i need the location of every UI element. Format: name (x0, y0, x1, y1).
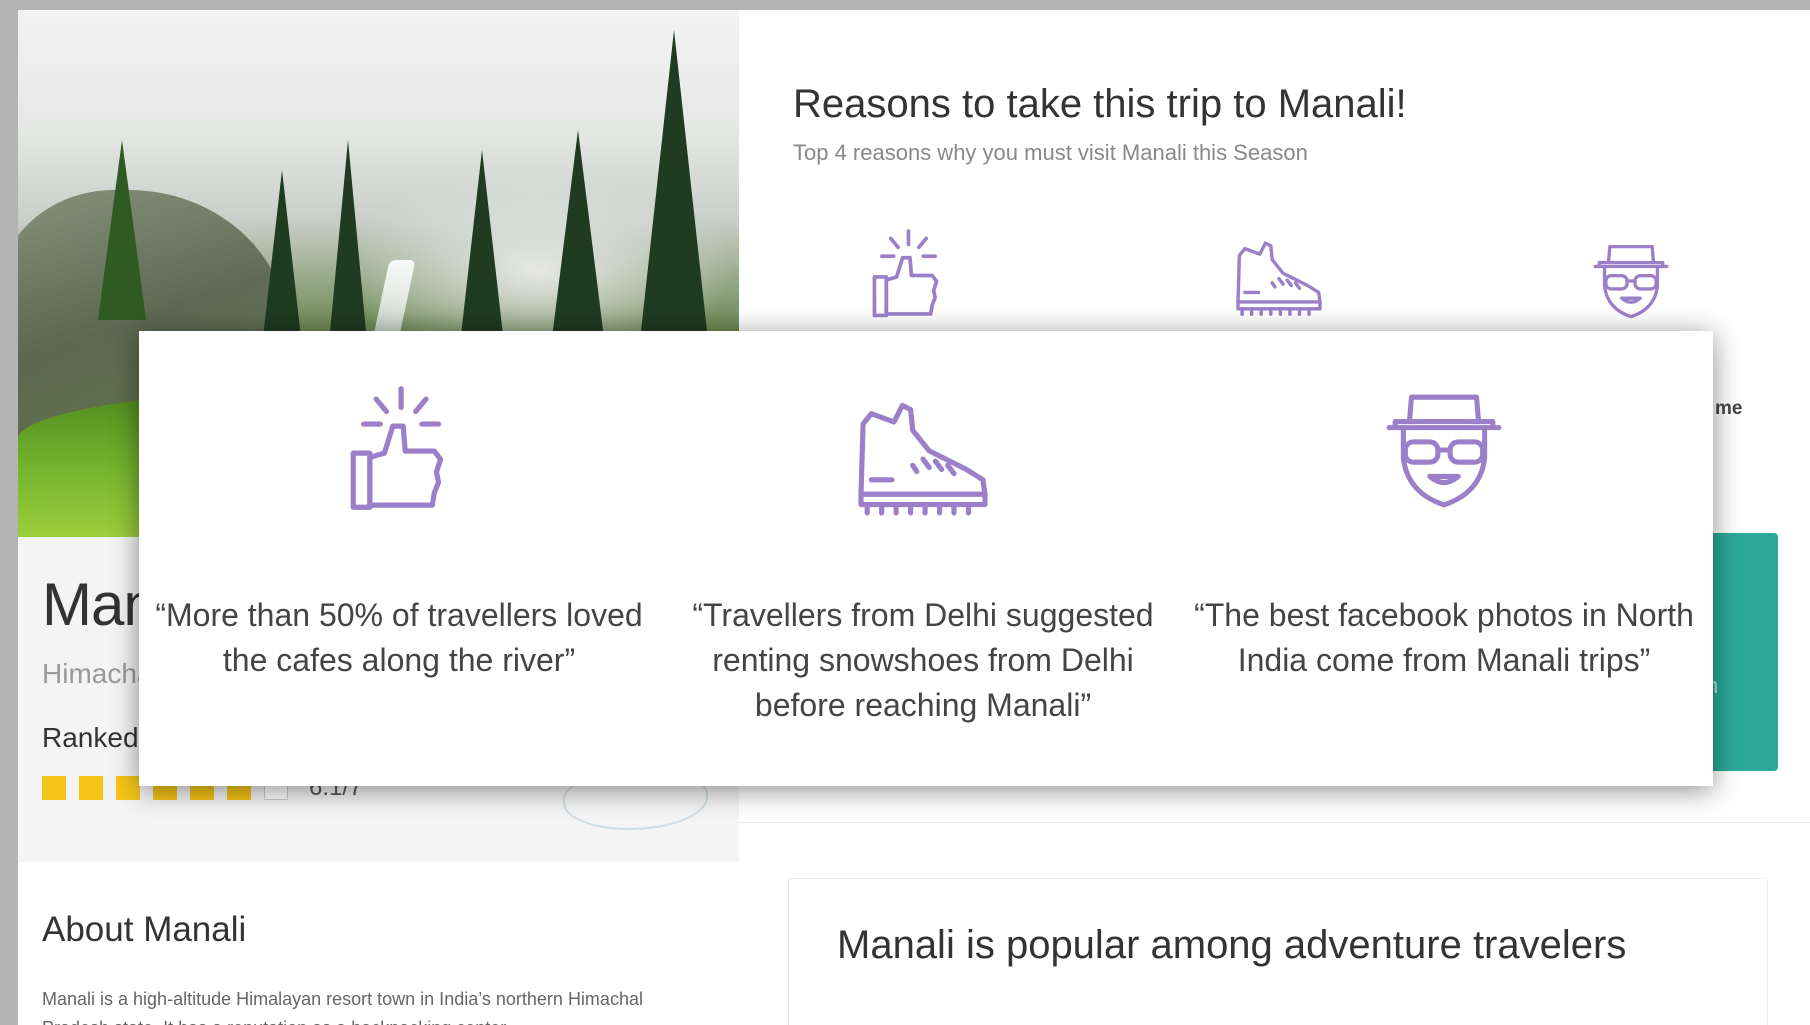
rating-square-filled (116, 776, 140, 800)
reason-quote: “Travellers from Delhi suggested renting… (692, 597, 1154, 723)
ranked-label: Ranked (42, 722, 139, 753)
reasons-subtitle: Top 4 reasons why you must visit Manali … (793, 140, 1308, 165)
about-title: About Manali (42, 910, 247, 949)
thumbs-up-icon (870, 228, 944, 325)
reasons-highlight-card: “More than 50% of travellers loved the c… (139, 331, 1713, 786)
reason-quote: “More than 50% of travellers loved the c… (155, 597, 643, 678)
section-divider (739, 822, 1810, 823)
reasons-title: Reasons to take this trip to Manali! (793, 82, 1407, 126)
thumbs-up-icon (350, 386, 444, 510)
hiking-boot-icon (1231, 235, 1327, 322)
reason-card-2: “Travellers from Delhi suggested renting… (663, 331, 1183, 786)
hiking-boot-icon (858, 402, 988, 516)
popularity-title: Manali is popular among adventure travel… (837, 923, 1627, 967)
popularity-card: Manali is popular among adventure travel… (788, 878, 1768, 1025)
reason-quote: “The best facebook photos in North India… (1194, 597, 1694, 678)
tourist-face-icon (1591, 240, 1671, 327)
tourist-face-icon (1386, 394, 1502, 508)
about-text: Manali is a high-altitude Himalayan reso… (42, 989, 643, 1025)
rating-square-filled (42, 776, 66, 800)
hero-tree (98, 140, 146, 320)
reason-4-text-peek: me (1715, 398, 1743, 419)
reason-card-3: “The best facebook photos in North India… (1184, 331, 1704, 786)
rating-square-filled (79, 776, 103, 800)
reason-card-1: “More than 50% of travellers loved the c… (139, 331, 659, 786)
